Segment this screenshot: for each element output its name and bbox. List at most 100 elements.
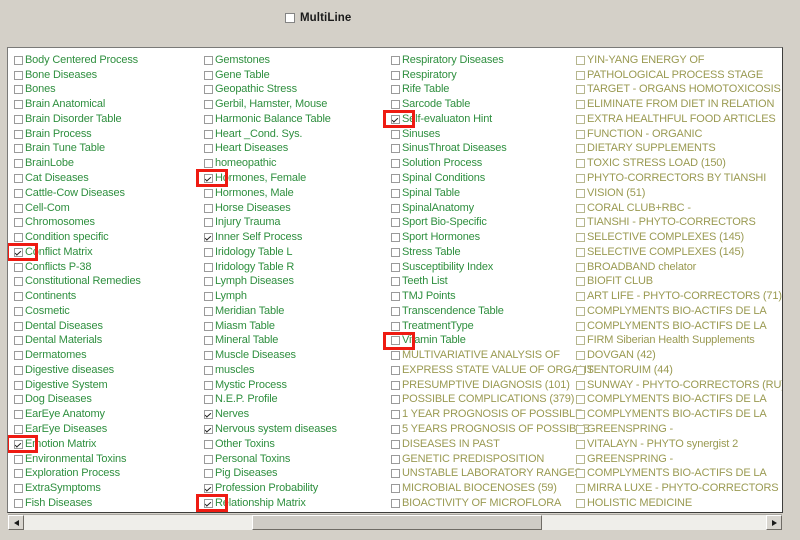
list-item[interactable]: FIRM Siberian Health Supplements — [576, 334, 781, 349]
list-item[interactable]: TENTORUIM (44) — [576, 363, 781, 378]
list-item[interactable]: Brain Disorder Table — [14, 112, 204, 127]
list-item[interactable]: Susceptibility Index — [391, 260, 576, 275]
list-item[interactable]: Nervous system diseases — [204, 422, 391, 437]
checkbox-icon[interactable] — [576, 174, 585, 183]
list-item[interactable]: BIOFIT CLUB — [576, 274, 781, 289]
checkbox-icon[interactable] — [576, 410, 585, 419]
list-item[interactable]: Sport Bio-Specific — [391, 215, 576, 230]
list-item[interactable]: Spinal Table — [391, 186, 576, 201]
checkbox-icon[interactable] — [391, 381, 400, 390]
list-item[interactable]: Environmental Toxins — [14, 452, 204, 467]
list-item[interactable]: Constitutional Remedies — [14, 274, 204, 289]
checkbox-checked-icon[interactable] — [204, 425, 213, 434]
checkbox-icon[interactable] — [14, 425, 23, 434]
checkbox-icon[interactable] — [204, 277, 213, 286]
list-item[interactable]: homeopathic — [204, 156, 391, 171]
list-item[interactable]: Brain Tune Table — [14, 142, 204, 157]
list-item[interactable]: Vitamin Table — [391, 334, 576, 349]
checkbox-icon[interactable] — [204, 56, 213, 65]
checkbox-icon[interactable] — [204, 71, 213, 80]
checkbox-icon[interactable] — [576, 71, 585, 80]
checkbox-icon[interactable] — [14, 115, 23, 124]
list-item[interactable]: Sarcode Table — [391, 97, 576, 112]
list-item[interactable]: FUNCTION - ORGANIC — [576, 127, 781, 142]
list-item[interactable]: Digestive diseases — [14, 363, 204, 378]
checkbox-icon[interactable] — [14, 336, 23, 345]
checkbox-icon[interactable] — [576, 204, 585, 213]
list-item[interactable]: CORAL CLUB+RBC - — [576, 201, 781, 216]
checkbox-icon[interactable] — [204, 263, 213, 272]
list-item[interactable]: Injury Trauma — [204, 215, 391, 230]
horizontal-scrollbar[interactable] — [8, 514, 782, 530]
list-item[interactable]: Dog Diseases — [14, 393, 204, 408]
list-item[interactable]: Body Centered Process — [14, 53, 204, 68]
checkbox-icon[interactable] — [576, 159, 585, 168]
list-item[interactable]: COMPLYMENTS BIO-ACTIFS DE LA — [576, 304, 781, 319]
list-item[interactable]: Stress Table — [391, 245, 576, 260]
checkbox-icon[interactable] — [576, 85, 585, 94]
scroll-left-arrow-icon[interactable] — [8, 515, 24, 530]
list-item[interactable]: Cat Diseases — [14, 171, 204, 186]
checkbox-icon[interactable] — [576, 455, 585, 464]
checkbox-icon[interactable] — [14, 263, 23, 272]
list-item[interactable]: Heart Diseases — [204, 142, 391, 157]
list-item[interactable]: Teeth List — [391, 274, 576, 289]
list-item[interactable]: COMPLYMENTS BIO-ACTIFS DE LA — [576, 393, 781, 408]
checkbox-icon[interactable] — [204, 351, 213, 360]
checkbox-icon[interactable] — [576, 144, 585, 153]
list-item[interactable]: ExtraSymptoms — [14, 481, 204, 496]
checkbox-icon[interactable] — [391, 233, 400, 242]
list-item[interactable]: Profession Probability — [204, 481, 391, 496]
checkbox-icon[interactable] — [14, 144, 23, 153]
list-item[interactable]: EXPRESS STATE VALUE OF ORGANS — [391, 363, 576, 378]
checkbox-checked-icon[interactable] — [204, 484, 213, 493]
list-item[interactable]: Digestive System — [14, 378, 204, 393]
list-item[interactable]: BROADBAND chelator — [576, 260, 781, 275]
checkbox-icon[interactable] — [391, 395, 400, 404]
checkbox-icon[interactable] — [204, 85, 213, 94]
list-item[interactable]: Rife Table — [391, 83, 576, 98]
checkbox-icon[interactable] — [391, 440, 400, 449]
checkbox-icon[interactable] — [14, 130, 23, 139]
checkbox-icon[interactable] — [391, 277, 400, 286]
list-item[interactable]: 5 YEARS PROGNOSIS OF POSSIBLE — [391, 422, 576, 437]
list-item[interactable]: PATHOLOGICAL PROCESS STAGE — [576, 68, 781, 83]
checkbox-icon[interactable] — [576, 292, 585, 301]
checkbox-icon[interactable] — [576, 100, 585, 109]
checkbox-icon[interactable] — [14, 174, 23, 183]
list-item[interactable]: Respiratory — [391, 68, 576, 83]
list-item[interactable]: COMPLYMENTS BIO-ACTIFS DE LA — [576, 407, 781, 422]
checkbox-icon[interactable] — [576, 484, 585, 493]
checkbox-icon[interactable] — [204, 204, 213, 213]
list-item[interactable]: Harmonic Balance Table — [204, 112, 391, 127]
checkbox-icon[interactable] — [576, 322, 585, 331]
checkbox-icon[interactable] — [391, 189, 400, 198]
list-item[interactable]: EXTRA HEALTHFUL FOOD ARTICLES — [576, 112, 781, 127]
list-item[interactable]: Brain Process — [14, 127, 204, 142]
checkbox-icon[interactable] — [576, 469, 585, 478]
list-item[interactable]: YIN-YANG ENERGY OF — [576, 53, 781, 68]
checkbox-icon[interactable] — [204, 115, 213, 124]
list-item[interactable]: EarEye Anatomy — [14, 407, 204, 422]
list-item[interactable]: PHYTO-CORRECTORS BY TIANSHI — [576, 171, 781, 186]
checkbox-checked-icon[interactable] — [204, 499, 213, 508]
checkbox-icon[interactable] — [14, 395, 23, 404]
list-item[interactable]: Heart _Cond. Sys. — [204, 127, 391, 142]
checkbox-icon[interactable] — [204, 336, 213, 345]
list-item[interactable]: POSSIBLE COMPLICATIONS (379) — [391, 393, 576, 408]
checkbox-icon[interactable] — [391, 218, 400, 227]
list-item[interactable]: BrainLobe — [14, 156, 204, 171]
checkbox-icon[interactable] — [14, 484, 23, 493]
checkbox-icon[interactable] — [391, 322, 400, 331]
list-item[interactable]: Respiratory Diseases — [391, 53, 576, 68]
scrollbar-thumb[interactable] — [252, 515, 542, 530]
list-item[interactable]: Cosmetic — [14, 304, 204, 319]
list-item[interactable]: EarEye Diseases — [14, 422, 204, 437]
checkbox-icon[interactable] — [576, 499, 585, 508]
list-item[interactable]: Nerves — [204, 407, 391, 422]
list-item[interactable]: ACID-ALKALINE BALANCE — [391, 511, 576, 513]
list-item[interactable]: MICROBIAL BIOCENOSES (59) — [391, 481, 576, 496]
list-item[interactable]: Cell-Com — [14, 201, 204, 216]
list-item[interactable]: Brain Anatomical — [14, 97, 204, 112]
checkbox-icon[interactable] — [14, 159, 23, 168]
